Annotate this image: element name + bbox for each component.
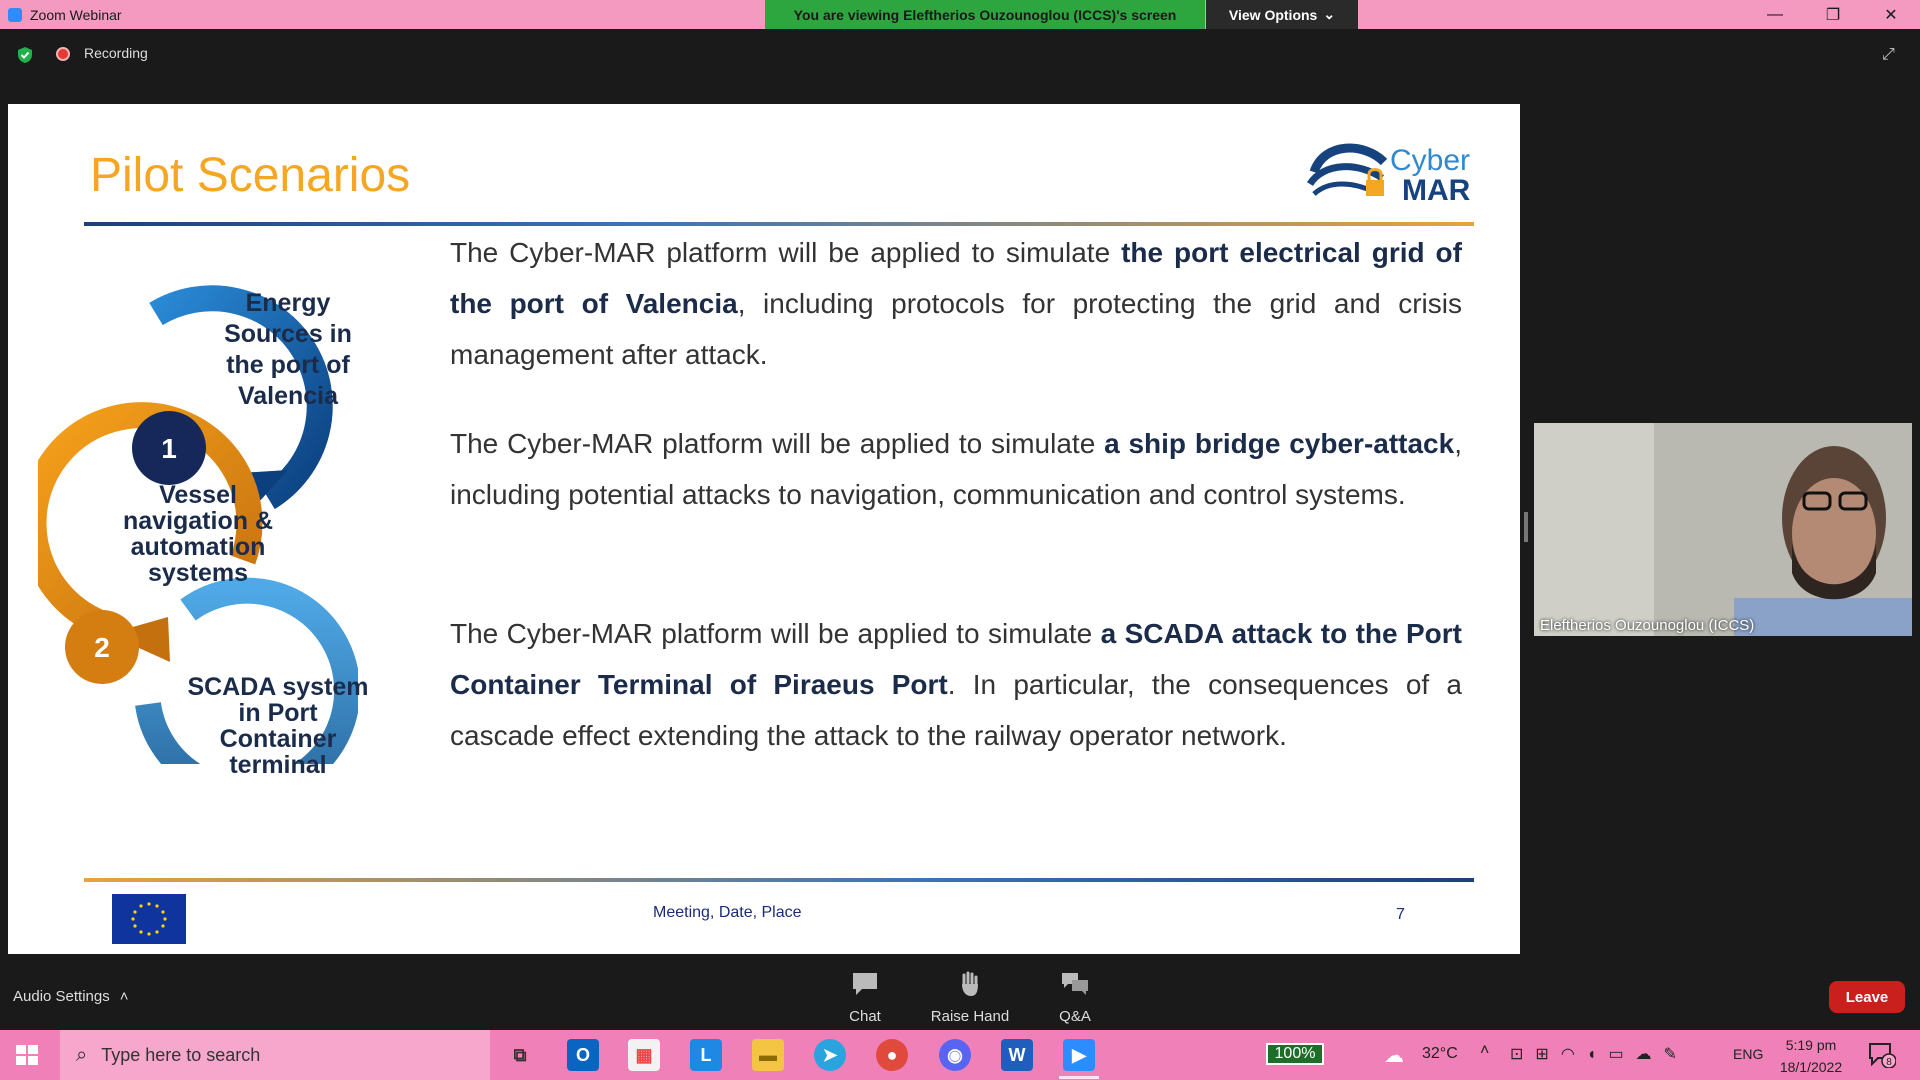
windows-start-icon[interactable]	[12, 1040, 42, 1070]
close-icon[interactable]: ✕	[1862, 0, 1920, 29]
participant-video-feed	[1534, 423, 1912, 636]
chat-button[interactable]: Chat	[820, 970, 910, 1025]
word-icon[interactable]: W	[1001, 1039, 1033, 1071]
participant-name: Eleftherios Ouzounoglou (ICCS)	[1540, 617, 1755, 634]
slide-footer-text: Meeting, Date, Place	[653, 904, 802, 921]
chevron-up-tray-icon[interactable]: ˄	[1480, 1042, 1489, 1060]
restore-icon[interactable]: ❐	[1804, 0, 1862, 29]
zoom-logo-icon	[8, 7, 22, 22]
microsoft-store-icon[interactable]: ▦	[628, 1039, 660, 1071]
step-3-label: SCADA system in Port Container terminal	[187, 673, 369, 779]
title-divider	[84, 222, 1474, 226]
recording-icon	[56, 47, 70, 61]
search-icon: ⌕	[76, 1043, 88, 1066]
taskbar-search-box[interactable]: ⌕ Type here to search	[60, 1030, 490, 1080]
panel-resize-handle[interactable]	[1524, 512, 1528, 542]
step-1-number: 1	[161, 433, 177, 464]
qa-button[interactable]: Q&A	[1030, 970, 1120, 1025]
search-placeholder: Type here to search	[101, 1044, 261, 1065]
slide-title: Pilot Scenarios	[90, 149, 411, 202]
clock-date: 18/1/2022	[1779, 1059, 1843, 1075]
view-options-label: View Options	[1228, 6, 1318, 23]
paragraph-2-bold: a ship bridge cyber-attack	[1104, 428, 1455, 459]
paragraph-3: The Cyber-MAR platform will be applied t…	[450, 608, 1462, 761]
notifications-icon[interactable]: 8	[1868, 1042, 1896, 1068]
chevron-up-icon: ˄	[119, 988, 129, 1005]
chat-icon	[853, 973, 877, 995]
telegram-icon[interactable]: ➤	[814, 1039, 846, 1071]
step-1-label: Energy Sources in the port of Valencia	[224, 289, 352, 410]
logo-text-cyber: Cyber	[1390, 144, 1471, 177]
qa-icon	[1062, 973, 1088, 995]
app-l-icon[interactable]: L	[690, 1039, 722, 1071]
notification-count: 8	[1886, 1057, 1892, 1068]
taskbar-clock[interactable]: 5:19 pm 18/1/2022	[1776, 1034, 1846, 1078]
file-explorer-icon[interactable]: ▬	[752, 1039, 784, 1071]
paragraph-1-text: The Cyber-MAR platform will be applied t…	[450, 237, 1122, 268]
app-title-area: Zoom Webinar	[0, 7, 122, 23]
clock-time: 5:19 pm	[1785, 1037, 1837, 1053]
paragraph-3-text: The Cyber-MAR platform will be applied t…	[450, 618, 1101, 649]
zoom-taskbar-icon[interactable]: ▶	[1063, 1039, 1095, 1071]
logo-text-mar: MAR	[1402, 174, 1471, 207]
viewing-banner: You are viewing Eleftherios Ouzounoglou …	[765, 0, 1205, 29]
audio-settings-button[interactable]: Audio Settings ˄	[13, 988, 129, 1005]
footer-divider	[84, 878, 1474, 882]
raise-hand-icon	[962, 971, 978, 996]
fullscreen-icon[interactable]: ⤢	[1882, 46, 1902, 66]
chrome-icon[interactable]: ●	[876, 1039, 908, 1071]
discord-icon[interactable]: ◉	[939, 1039, 971, 1071]
weather-icon[interactable]: ☁	[1384, 1043, 1404, 1068]
task-view-icon[interactable]: ⧉	[504, 1039, 536, 1071]
temperature-text[interactable]: 32°C	[1422, 1045, 1458, 1063]
active-app-indicator	[1059, 1076, 1099, 1079]
raise-hand-label: Raise Hand	[930, 1008, 1010, 1025]
shared-slide: Pilot Scenarios Cyber MAR 1 2 Energy Sou…	[8, 104, 1520, 954]
minimize-icon[interactable]: —	[1746, 0, 1804, 29]
tray-icons[interactable]: ⊡⊞◠◖▭☁✎	[1510, 1044, 1689, 1064]
slide-page-number: 7	[1396, 906, 1405, 923]
qa-label: Q&A	[1059, 1008, 1091, 1025]
chat-label: Chat	[849, 1008, 881, 1025]
title-bar: Zoom Webinar You are viewing Eleftherios…	[0, 0, 1920, 29]
view-options-button[interactable]: View Options ⌄	[1206, 0, 1358, 29]
chevron-down-icon: ⌄	[1323, 6, 1336, 22]
audio-settings-label: Audio Settings	[13, 988, 110, 1005]
recording-label: Recording	[84, 45, 148, 61]
paragraph-2-text: The Cyber-MAR platform will be applied t…	[450, 428, 1105, 459]
raise-hand-button[interactable]: Raise Hand	[925, 970, 1015, 1025]
outlook-icon[interactable]: O	[567, 1039, 599, 1071]
language-indicator[interactable]: ENG	[1733, 1046, 1763, 1062]
paragraph-1: The Cyber-MAR platform will be applied t…	[450, 227, 1462, 380]
window-controls: — ❐ ✕	[1746, 0, 1920, 29]
app-title: Zoom Webinar	[30, 6, 122, 23]
battery-indicator[interactable]: 100%	[1266, 1043, 1324, 1065]
eu-flag-icon	[112, 894, 186, 944]
step-2-label: Vessel navigation & automation systems	[122, 481, 273, 587]
step-2-number: 2	[94, 632, 110, 663]
participant-video[interactable]: Eleftherios Ouzounoglou (ICCS)	[1534, 423, 1912, 636]
leave-button[interactable]: Leave	[1829, 981, 1905, 1013]
shield-icon[interactable]	[16, 46, 34, 64]
paragraph-2: The Cyber-MAR platform will be applied t…	[450, 418, 1462, 520]
